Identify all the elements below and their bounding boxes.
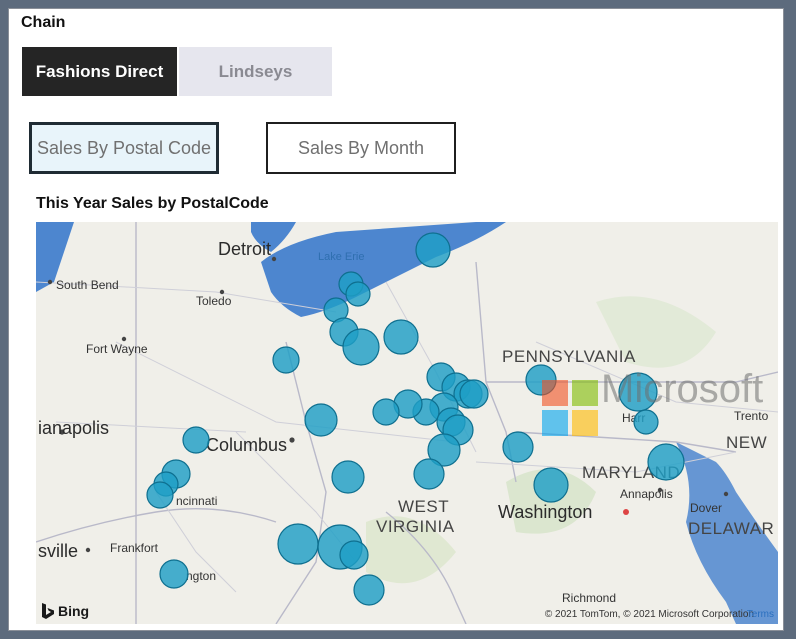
map-canvas[interactable]: Detroit Lake Erie South Bend Toledo Fort… — [36, 222, 778, 624]
sales-bubble[interactable] — [345, 281, 371, 307]
bing-label: Bing — [58, 603, 90, 619]
sales-bubble[interactable] — [459, 379, 489, 409]
sales-bubble[interactable] — [339, 540, 369, 570]
sales-bubble[interactable] — [182, 426, 210, 454]
map-label-frankfort: Frankfort — [110, 541, 159, 555]
sales-bubble[interactable] — [533, 467, 569, 503]
map-visual[interactable]: Detroit Lake Erie South Bend Toledo Fort… — [36, 222, 778, 624]
map-label-virginia: VIRGINIA — [376, 517, 455, 536]
sales-bubble[interactable] — [413, 458, 445, 490]
map-label-delaware: DELAWAR — [688, 519, 774, 538]
sales-bubble[interactable] — [146, 481, 174, 509]
chain-slicer-title: Chain — [21, 14, 66, 31]
map-label-new-jersey: NEW — [726, 433, 767, 452]
sales-bubble[interactable] — [383, 319, 419, 355]
map-label-detroit: Detroit — [218, 239, 271, 259]
sales-by-postal-code-button[interactable]: Sales By Postal Code — [29, 122, 219, 174]
map-label-fort-wayne: Fort Wayne — [86, 342, 148, 356]
map-label-dover: Dover — [690, 501, 722, 515]
map-label-toledo: Toledo — [196, 294, 232, 308]
map-label-richmond: Richmond — [562, 591, 616, 605]
map-label-annapolis: Annapolis — [620, 487, 673, 501]
map-label-trenton: Trento — [734, 409, 769, 423]
map-label-lexington: ngton — [186, 569, 216, 583]
map-label-indianapolis: ianapolis — [38, 418, 109, 438]
sales-bubble[interactable] — [277, 523, 319, 565]
sales-bubble[interactable] — [372, 398, 400, 426]
report-page: Chain Fashions Direct Lindseys Sales By … — [8, 8, 784, 631]
sales-bubble[interactable] — [415, 232, 451, 268]
map-label-lake-erie: Lake Erie — [318, 251, 364, 263]
map-label-columbus: Columbus — [206, 435, 287, 455]
map-label-west: WEST — [398, 497, 449, 516]
map-label-washington: Washington — [498, 502, 592, 522]
map-terms-link[interactable]: Terms — [747, 609, 774, 620]
sales-bubble[interactable] — [647, 443, 685, 481]
sales-bubble[interactable] — [618, 372, 658, 412]
sales-bubble[interactable] — [304, 403, 338, 437]
sales-bubble[interactable] — [633, 409, 659, 435]
sales-bubble[interactable] — [502, 431, 534, 463]
sales-bubble[interactable] — [159, 559, 189, 589]
sales-bubble[interactable] — [331, 460, 365, 494]
map-attribution: © 2021 TomTom, © 2021 Microsoft Corporat… — [544, 609, 754, 620]
map-label-south-bend: South Bend — [56, 278, 119, 292]
map-label-louisville: sville — [38, 541, 78, 561]
slicer-option-fashions-direct[interactable]: Fashions Direct — [22, 47, 177, 96]
sales-bubble[interactable] — [353, 574, 385, 606]
bing-logo: Bing — [40, 602, 89, 620]
sales-bubble[interactable] — [342, 328, 380, 366]
sales-bubble[interactable] — [525, 364, 557, 396]
map-label-cincinnati: ncinnati — [176, 494, 217, 508]
slicer-option-lindseys[interactable]: Lindseys — [179, 47, 332, 96]
map-label-pennsylvania: PENNSYLVANIA — [502, 347, 636, 366]
map-visual-title: This Year Sales by PostalCode — [36, 195, 269, 212]
bing-icon — [42, 603, 54, 619]
sales-by-month-button[interactable]: Sales By Month — [266, 122, 456, 174]
sales-bubble[interactable] — [272, 346, 300, 374]
